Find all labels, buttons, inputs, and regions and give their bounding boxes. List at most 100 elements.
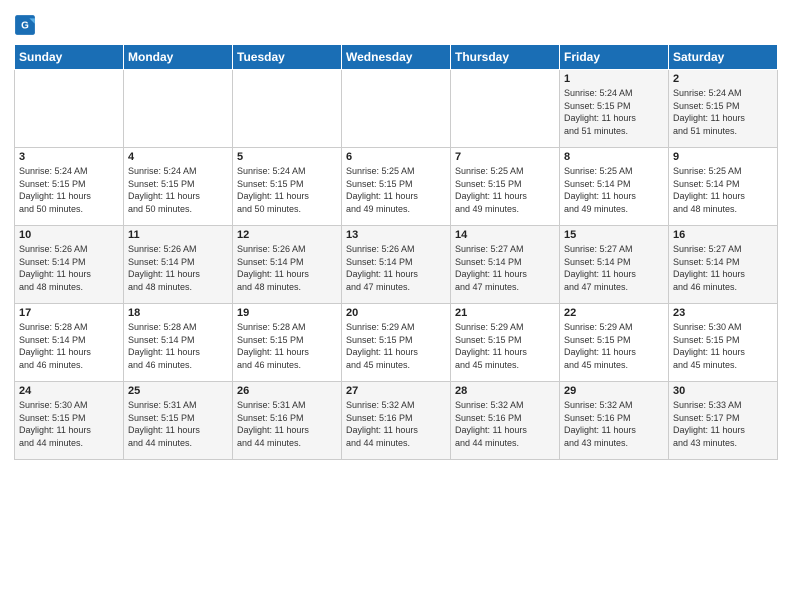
- calendar-cell: 29 Sunrise: 5:32 AMSunset: 5:16 PMDayligh…: [560, 382, 669, 460]
- calendar-cell: 18 Sunrise: 5:28 AMSunset: 5:14 PMDayligh…: [124, 304, 233, 382]
- day-info: Sunrise: 5:25 AMSunset: 5:15 PMDaylight:…: [455, 165, 555, 215]
- calendar-cell: 12 Sunrise: 5:26 AMSunset: 5:14 PMDayligh…: [233, 226, 342, 304]
- header: G: [14, 10, 778, 36]
- calendar-cell: [15, 70, 124, 148]
- day-number: 19: [237, 307, 337, 319]
- day-info: Sunrise: 5:29 AMSunset: 5:15 PMDaylight:…: [346, 321, 446, 371]
- calendar-cell: 11 Sunrise: 5:26 AMSunset: 5:14 PMDayligh…: [124, 226, 233, 304]
- calendar-cell: 27 Sunrise: 5:32 AMSunset: 5:16 PMDayligh…: [342, 382, 451, 460]
- calendar-header-wednesday: Wednesday: [342, 45, 451, 70]
- calendar-cell: 24Sunrise: 5:30 AMSunset: 5:15 PMDayligh…: [15, 382, 124, 460]
- day-number: 20: [346, 307, 446, 319]
- day-number: 15: [564, 229, 664, 241]
- calendar-cell: 9 Sunrise: 5:25 AMSunset: 5:14 PMDaylight…: [669, 148, 778, 226]
- page: G SundayMondayTuesdayWednesdayThursdayFr…: [0, 0, 792, 612]
- calendar-cell: 14 Sunrise: 5:27 AMSunset: 5:14 PMDayligh…: [451, 226, 560, 304]
- calendar-cell: 21Sunrise: 5:29 AMSunset: 5:15 PMDayligh…: [451, 304, 560, 382]
- calendar-cell: 7 Sunrise: 5:25 AMSunset: 5:15 PMDaylight…: [451, 148, 560, 226]
- day-info: Sunrise: 5:26 AMSunset: 5:14 PMDaylight:…: [128, 243, 228, 293]
- day-info: Sunrise: 5:25 AMSunset: 5:14 PMDaylight:…: [673, 165, 773, 215]
- day-number: 12: [237, 229, 337, 241]
- day-info: Sunrise: 5:32 AMSunset: 5:16 PMDaylight:…: [564, 399, 664, 449]
- day-info: Sunrise: 5:25 AMSunset: 5:14 PMDaylight:…: [564, 165, 664, 215]
- day-number: 18: [128, 307, 228, 319]
- day-number: 9: [673, 151, 773, 163]
- day-info: Sunrise: 5:26 AMSunset: 5:14 PMDaylight:…: [346, 243, 446, 293]
- calendar-cell: [233, 70, 342, 148]
- day-info: Sunrise: 5:24 AMSunset: 5:15 PMDaylight:…: [564, 87, 664, 137]
- day-info: Sunrise: 5:26 AMSunset: 5:14 PMDaylight:…: [19, 243, 119, 293]
- calendar-cell: 22Sunrise: 5:29 AMSunset: 5:15 PMDayligh…: [560, 304, 669, 382]
- calendar-cell: 30 Sunrise: 5:33 AMSunset: 5:17 PMDayligh…: [669, 382, 778, 460]
- day-info: Sunrise: 5:27 AMSunset: 5:14 PMDaylight:…: [455, 243, 555, 293]
- calendar-week-row: 24Sunrise: 5:30 AMSunset: 5:15 PMDayligh…: [15, 382, 778, 460]
- calendar-header-row: SundayMondayTuesdayWednesdayThursdayFrid…: [15, 45, 778, 70]
- day-info: Sunrise: 5:33 AMSunset: 5:17 PMDaylight:…: [673, 399, 773, 449]
- calendar-cell: 1 Sunrise: 5:24 AMSunset: 5:15 PMDaylight…: [560, 70, 669, 148]
- day-number: 27: [346, 385, 446, 397]
- calendar-cell: 8 Sunrise: 5:25 AMSunset: 5:14 PMDaylight…: [560, 148, 669, 226]
- day-number: 23: [673, 307, 773, 319]
- day-info: Sunrise: 5:29 AMSunset: 5:15 PMDaylight:…: [564, 321, 664, 371]
- calendar-cell: 2 Sunrise: 5:24 AMSunset: 5:15 PMDaylight…: [669, 70, 778, 148]
- day-number: 11: [128, 229, 228, 241]
- day-number: 21: [455, 307, 555, 319]
- calendar-cell: 6 Sunrise: 5:25 AMSunset: 5:15 PMDaylight…: [342, 148, 451, 226]
- calendar-cell: 16 Sunrise: 5:27 AMSunset: 5:14 PMDayligh…: [669, 226, 778, 304]
- day-number: 7: [455, 151, 555, 163]
- day-number: 25: [128, 385, 228, 397]
- day-info: Sunrise: 5:27 AMSunset: 5:14 PMDaylight:…: [673, 243, 773, 293]
- calendar-cell: 28 Sunrise: 5:32 AMSunset: 5:16 PMDayligh…: [451, 382, 560, 460]
- day-info: Sunrise: 5:28 AMSunset: 5:14 PMDaylight:…: [19, 321, 119, 371]
- calendar-header-saturday: Saturday: [669, 45, 778, 70]
- calendar-cell: 15Sunrise: 5:27 AMSunset: 5:14 PMDayligh…: [560, 226, 669, 304]
- calendar-cell: 26Sunrise: 5:31 AMSunset: 5:16 PMDayligh…: [233, 382, 342, 460]
- day-number: 10: [19, 229, 119, 241]
- calendar-week-row: 17 Sunrise: 5:28 AMSunset: 5:14 PMDayligh…: [15, 304, 778, 382]
- day-info: Sunrise: 5:24 AMSunset: 5:15 PMDaylight:…: [673, 87, 773, 137]
- day-info: Sunrise: 5:28 AMSunset: 5:15 PMDaylight:…: [237, 321, 337, 371]
- day-number: 28: [455, 385, 555, 397]
- calendar-cell: [451, 70, 560, 148]
- day-number: 26: [237, 385, 337, 397]
- calendar-header-sunday: Sunday: [15, 45, 124, 70]
- calendar-week-row: 3Sunrise: 5:24 AMSunset: 5:15 PMDaylight…: [15, 148, 778, 226]
- calendar-header-monday: Monday: [124, 45, 233, 70]
- calendar-table: SundayMondayTuesdayWednesdayThursdayFrid…: [14, 44, 778, 460]
- day-number: 14: [455, 229, 555, 241]
- calendar-header-thursday: Thursday: [451, 45, 560, 70]
- day-info: Sunrise: 5:31 AMSunset: 5:15 PMDaylight:…: [128, 399, 228, 449]
- calendar-cell: 23 Sunrise: 5:30 AMSunset: 5:15 PMDayligh…: [669, 304, 778, 382]
- day-info: Sunrise: 5:26 AMSunset: 5:14 PMDaylight:…: [237, 243, 337, 293]
- day-number: 29: [564, 385, 664, 397]
- day-number: 5: [237, 151, 337, 163]
- calendar-week-row: 10 Sunrise: 5:26 AMSunset: 5:14 PMDayligh…: [15, 226, 778, 304]
- calendar-cell: 3Sunrise: 5:24 AMSunset: 5:15 PMDaylight…: [15, 148, 124, 226]
- day-number: 2: [673, 73, 773, 85]
- day-info: Sunrise: 5:32 AMSunset: 5:16 PMDaylight:…: [455, 399, 555, 449]
- calendar-header-friday: Friday: [560, 45, 669, 70]
- calendar-cell: 17 Sunrise: 5:28 AMSunset: 5:14 PMDayligh…: [15, 304, 124, 382]
- day-number: 4: [128, 151, 228, 163]
- calendar-cell: 19 Sunrise: 5:28 AMSunset: 5:15 PMDayligh…: [233, 304, 342, 382]
- day-info: Sunrise: 5:32 AMSunset: 5:16 PMDaylight:…: [346, 399, 446, 449]
- calendar-header-tuesday: Tuesday: [233, 45, 342, 70]
- day-number: 17: [19, 307, 119, 319]
- calendar-cell: 13 Sunrise: 5:26 AMSunset: 5:14 PMDayligh…: [342, 226, 451, 304]
- day-number: 16: [673, 229, 773, 241]
- calendar-cell: 20 Sunrise: 5:29 AMSunset: 5:15 PMDayligh…: [342, 304, 451, 382]
- day-number: 24: [19, 385, 119, 397]
- day-number: 3: [19, 151, 119, 163]
- day-number: 6: [346, 151, 446, 163]
- day-number: 30: [673, 385, 773, 397]
- day-info: Sunrise: 5:28 AMSunset: 5:14 PMDaylight:…: [128, 321, 228, 371]
- day-info: Sunrise: 5:25 AMSunset: 5:15 PMDaylight:…: [346, 165, 446, 215]
- day-number: 13: [346, 229, 446, 241]
- day-info: Sunrise: 5:30 AMSunset: 5:15 PMDaylight:…: [673, 321, 773, 371]
- calendar-cell: 10 Sunrise: 5:26 AMSunset: 5:14 PMDayligh…: [15, 226, 124, 304]
- day-number: 8: [564, 151, 664, 163]
- day-number: 1: [564, 73, 664, 85]
- calendar-week-row: 1 Sunrise: 5:24 AMSunset: 5:15 PMDaylight…: [15, 70, 778, 148]
- svg-text:G: G: [21, 20, 29, 31]
- calendar-cell: 4Sunrise: 5:24 AMSunset: 5:15 PMDaylight…: [124, 148, 233, 226]
